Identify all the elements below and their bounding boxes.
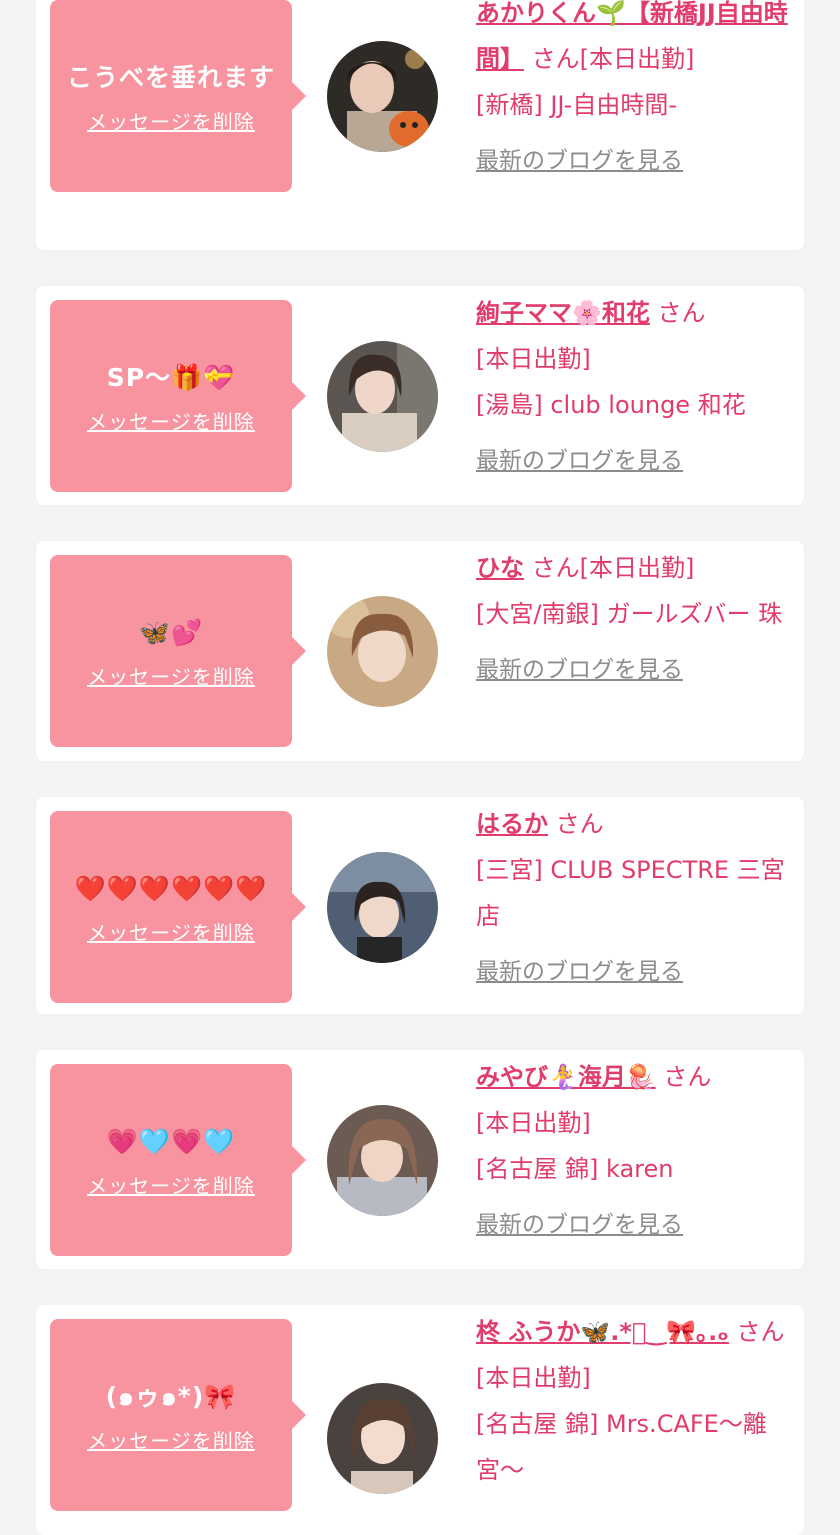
avatar[interactable] <box>327 1105 438 1216</box>
message-text: こうべを垂れます <box>66 62 275 92</box>
cast-name-link[interactable]: 柊 ふうか🦋.*ﾟ‿🎀｡.ₒ <box>476 1318 729 1346</box>
cast-card: (๑ゥ๑*)🎀 メッセージを削除 柊 ふうか🦋.*ﾟ‿🎀｡.ₒ さん [本日出勤]… <box>36 1305 804 1535</box>
avatar[interactable] <box>327 41 438 152</box>
avatar[interactable] <box>327 1383 438 1494</box>
message-text: 🦋💕 <box>138 617 204 647</box>
cast-info: みやび🧜‍♀️海月🪼 さん [本日出勤] [名古屋 錦] karen 最新のブロ… <box>476 1054 796 1248</box>
delete-message-link[interactable]: メッセージを削除 <box>87 917 255 946</box>
cast-name-link[interactable]: 絢子ママ🌸和花 <box>476 299 650 327</box>
honorific: さん <box>524 554 580 582</box>
cast-card: 💗🩵💗🩵 メッセージを削除 みやび🧜‍♀️海月🪼 さん [本日出勤] [名古屋 … <box>36 1050 804 1269</box>
honorific: さん <box>649 299 706 327</box>
message-bubble: (๑ゥ๑*)🎀 メッセージを削除 <box>50 1319 306 1511</box>
attendance-status: [本日出勤] <box>476 345 591 373</box>
cast-info: 絢子ママ🌸和花 さん [本日出勤] [湯島] club lounge 和花 最新… <box>476 290 796 484</box>
cast-card: SP〜🎁💝 メッセージを削除 絢子ママ🌸和花 さん [本日出勤] [湯島] cl… <box>36 286 804 505</box>
delete-message-link[interactable]: メッセージを削除 <box>87 661 255 690</box>
cast-name-link[interactable]: はるか <box>476 810 548 838</box>
avatar[interactable] <box>327 852 438 963</box>
latest-blog-link[interactable]: 最新のブログを見る <box>476 949 796 995</box>
delete-message-link[interactable]: メッセージを削除 <box>87 1170 255 1199</box>
shop-name: [三宮] CLUB SPECTRE 三宮店 <box>476 856 785 930</box>
shop-name: [名古屋 錦] Mrs.CAFE〜離宮〜 <box>476 1410 767 1484</box>
attendance-status: [本日出勤] <box>579 554 695 582</box>
cast-card: 🦋💕 メッセージを削除 ひな さん[本日出勤] [大宮/南銀] ガールズバー 珠… <box>36 541 804 761</box>
cast-name-link[interactable]: ひな <box>476 554 524 582</box>
message-text: SP〜🎁💝 <box>106 362 236 392</box>
shop-name: [新橋] JJ-自由時間- <box>476 91 677 119</box>
message-bubble: 💗🩵💗🩵 メッセージを削除 <box>50 1064 306 1256</box>
honorific: さん <box>728 1318 785 1346</box>
honorific: さん <box>548 810 604 838</box>
message-text: (๑ゥ๑*)🎀 <box>105 1381 237 1411</box>
attendance-status: [本日出勤] <box>579 45 695 73</box>
shop-name: [湯島] club lounge 和花 <box>476 391 746 419</box>
cast-info: はるか さん [三宮] CLUB SPECTRE 三宮店 最新のブログを見る <box>476 801 796 995</box>
latest-blog-link[interactable]: 最新のブログを見る <box>476 138 796 184</box>
delete-message-link[interactable]: メッセージを削除 <box>87 106 255 135</box>
avatar[interactable] <box>327 596 438 707</box>
delete-message-link[interactable]: メッセージを削除 <box>87 1425 255 1454</box>
cast-card: こうべを垂れます メッセージを削除 あかりくん🌱【新橋JJ自由時間】 さん[本日… <box>36 0 804 250</box>
latest-blog-link[interactable]: 最新のブログを見る <box>476 647 796 693</box>
latest-blog-link[interactable]: 最新のブログを見る <box>476 438 796 484</box>
avatar[interactable] <box>327 341 438 452</box>
message-text: 💗🩵💗🩵 <box>106 1126 236 1156</box>
attendance-status: [本日出勤] <box>476 1364 591 1392</box>
attendance-status: [本日出勤] <box>476 1109 591 1137</box>
message-bubble: ❤️❤️❤️❤️❤️❤️ メッセージを削除 <box>50 811 306 1003</box>
shop-name: [大宮/南銀] ガールズバー 珠 <box>476 600 783 628</box>
cast-card: ❤️❤️❤️❤️❤️❤️ メッセージを削除 はるか さん [三宮] CLUB S… <box>36 797 804 1014</box>
message-text: ❤️❤️❤️❤️❤️❤️ <box>74 873 268 903</box>
message-bubble: SP〜🎁💝 メッセージを削除 <box>50 300 306 492</box>
shop-name: [名古屋 錦] karen <box>476 1155 674 1183</box>
cast-info: ひな さん[本日出勤] [大宮/南銀] ガールズバー 珠 最新のブログを見る <box>476 545 796 693</box>
favorites-list: こうべを垂れます メッセージを削除 あかりくん🌱【新橋JJ自由時間】 さん[本日… <box>0 0 840 1535</box>
honorific: さん <box>524 45 580 73</box>
honorific: さん <box>655 1063 712 1091</box>
delete-message-link[interactable]: メッセージを削除 <box>87 406 255 435</box>
latest-blog-link[interactable]: 最新のブログを見る <box>476 1202 796 1248</box>
cast-info: あかりくん🌱【新橋JJ自由時間】 さん[本日出勤] [新橋] JJ-自由時間- … <box>476 0 796 184</box>
message-bubble: 🦋💕 メッセージを削除 <box>50 555 306 747</box>
message-bubble: こうべを垂れます メッセージを削除 <box>50 0 306 192</box>
cast-name-link[interactable]: みやび🧜‍♀️海月🪼 <box>476 1063 656 1091</box>
cast-info: 柊 ふうか🦋.*ﾟ‿🎀｡.ₒ さん [本日出勤] [名古屋 錦] Mrs.CAFE… <box>476 1309 796 1493</box>
